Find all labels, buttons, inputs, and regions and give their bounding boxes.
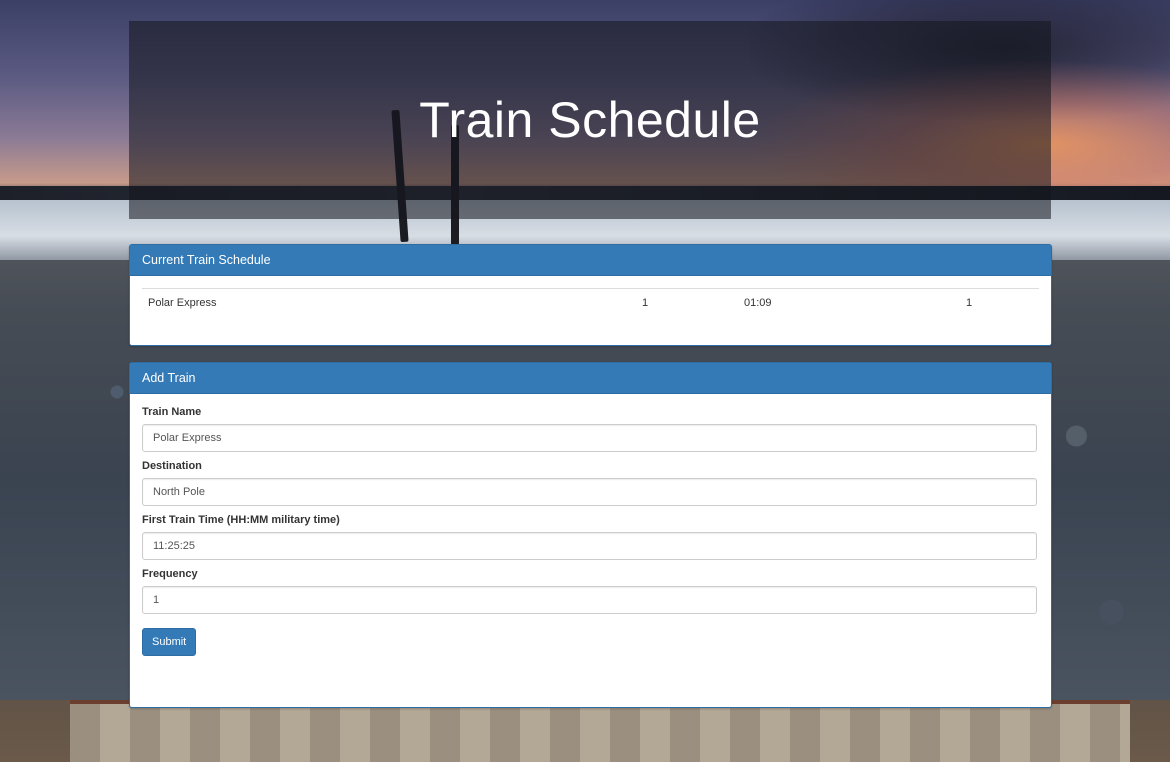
destination-group: Destination — [142, 460, 1039, 506]
schedule-panel: Current Train Schedule Polar Express 1 0… — [129, 244, 1052, 346]
add-train-panel-heading: Add Train — [130, 363, 1051, 394]
frequency-input[interactable] — [142, 586, 1037, 614]
destination-cell: 1 — [636, 288, 738, 317]
train-name-input[interactable] — [142, 424, 1037, 452]
train-name-cell: Polar Express — [142, 288, 636, 317]
next-arrival-cell: 01:09 — [738, 288, 960, 317]
minutes-away-cell: 1 — [960, 288, 1039, 317]
schedule-panel-heading: Current Train Schedule — [130, 245, 1051, 276]
destination-input[interactable] — [142, 478, 1037, 506]
submit-button[interactable]: Submit — [142, 628, 197, 656]
train-name-label: Train Name — [142, 406, 202, 418]
train-name-group: Train Name — [142, 406, 1039, 452]
header-banner: Train Schedule — [129, 21, 1051, 219]
add-train-form: Train Name Destination First Train Time … — [130, 394, 1051, 668]
schedule-panel-body: Polar Express 1 01:09 1 — [130, 276, 1051, 329]
add-train-panel: Add Train Train Name Destination First T… — [129, 362, 1052, 708]
first-train-time-group: First Train Time (HH:MM military time) — [142, 514, 1039, 560]
first-train-time-input[interactable] — [142, 532, 1037, 560]
destination-label: Destination — [142, 460, 202, 472]
background-railway-track — [70, 700, 1130, 762]
schedule-table: Polar Express 1 01:09 1 — [142, 288, 1039, 317]
table-row: Polar Express 1 01:09 1 — [142, 288, 1039, 317]
page-title: Train Schedule — [419, 92, 761, 148]
frequency-label: Frequency — [142, 568, 198, 580]
first-train-time-label: First Train Time (HH:MM military time) — [142, 514, 340, 526]
frequency-group: Frequency — [142, 568, 1039, 614]
